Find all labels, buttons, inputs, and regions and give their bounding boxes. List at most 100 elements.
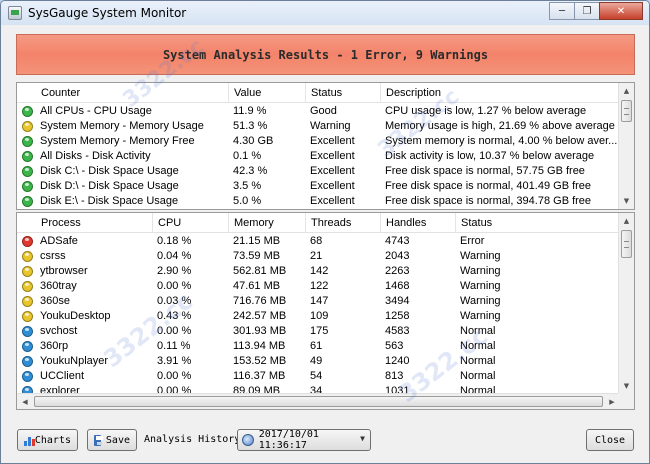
process-cell-process: 360rp — [40, 340, 69, 352]
summary-cell-status: Excellent — [310, 165, 355, 177]
summary-scroll-thumb[interactable] — [621, 100, 632, 122]
column-header-threads[interactable]: Threads — [306, 213, 381, 233]
analysis-history-value: 2017/10/01 11:36:17 — [258, 429, 319, 451]
process-row[interactable]: YoukuNplayer 3.91 % 153.52 MB 49 1240 Normal — [17, 354, 620, 369]
analysis-banner: System Analysis Results - 1 Error, 9 War… — [16, 34, 635, 75]
summary-row[interactable]: System Memory - Memory Usage 51.3 % Warnin… — [17, 119, 620, 134]
status-dot-icon — [22, 371, 33, 382]
process-cell-memory: 242.57 MB — [233, 310, 287, 322]
process-cell-cpu: 0.11 % — [157, 340, 191, 352]
process-cell-status: Normal — [460, 355, 496, 367]
analysis-history-select[interactable]: 2017/10/01 11:36:17 ▼ — [237, 429, 371, 451]
process-row[interactable]: ytbrowser 2.90 % 562.81 MB 142 2263 Warning — [17, 264, 620, 279]
summary-cell-value: 3.5 % — [233, 180, 262, 192]
charts-button-label: Charts — [34, 434, 71, 446]
process-cell-status: Warning — [460, 310, 501, 322]
save-button[interactable]: Save — [87, 429, 137, 451]
process-row[interactable]: csrss 0.04 % 73.59 MB 21 2043 Warning — [17, 249, 620, 264]
summary-cell-counter: Disk E:\ - Disk Space Usage — [40, 195, 179, 207]
process-hscroll-thumb[interactable] — [34, 396, 603, 407]
close-icon: ✕ — [616, 5, 626, 17]
window-controls: ─ ❐ ✕ — [549, 2, 643, 21]
scroll-up-arrow-icon[interactable]: ▲ — [619, 213, 634, 229]
summary-cell-counter: Disk D:\ - Disk Space Usage — [40, 180, 179, 192]
summary-row[interactable]: Disk C:\ - Disk Space Usage 42.3 % Excelle… — [17, 164, 620, 179]
process-rows: ADSafe 0.18 % 21.15 MB 68 4743 Error csrss 0.04… — [17, 234, 620, 409]
status-dot-icon — [22, 251, 33, 262]
summary-cell-status: Good — [310, 105, 337, 117]
scroll-down-arrow-icon[interactable]: ▼ — [619, 193, 634, 209]
process-cell-cpu: 3.91 % — [157, 355, 192, 367]
process-cell-cpu: 0.04 % — [157, 250, 192, 262]
minimize-button[interactable]: ─ — [549, 2, 575, 20]
process-horizontal-scrollbar[interactable]: ◀ ▶ — [17, 393, 620, 409]
process-cell-handles: 1240 — [385, 355, 410, 367]
process-table[interactable]: Process CPU Memory Threads Handles Statu… — [16, 212, 635, 410]
scrollbar-corner — [618, 393, 634, 409]
summary-cell-value: 0.1 % — [233, 150, 262, 162]
column-header-memory[interactable]: Memory — [229, 213, 306, 233]
summary-row[interactable]: All Disks - Disk Activity 0.1 % Excellent D… — [17, 149, 620, 164]
close-button-label: Close — [594, 434, 626, 446]
scroll-left-arrow-icon[interactable]: ◀ — [17, 394, 33, 409]
summary-row[interactable]: System Memory - Memory Free 4.30 GB Excell… — [17, 134, 620, 149]
status-dot-icon — [22, 281, 33, 292]
process-scroll-thumb[interactable] — [621, 230, 632, 258]
process-cell-handles: 2263 — [385, 265, 410, 277]
process-vertical-scrollbar[interactable]: ▲ ▼ — [618, 213, 634, 394]
process-cell-process: YoukuDesktop — [40, 310, 111, 322]
process-cell-memory: 113.94 MB — [233, 340, 286, 352]
summary-row[interactable]: Disk D:\ - Disk Space Usage 3.5 % Excellen… — [17, 179, 620, 194]
process-cell-memory: 153.52 MB — [233, 355, 287, 367]
charts-button[interactable]: Charts — [17, 429, 78, 451]
process-row[interactable]: 360rp 0.11 % 113.94 MB 61 563 Normal — [17, 339, 620, 354]
summary-row[interactable]: Disk E:\ - Disk Space Usage 5.0 % Excellen… — [17, 194, 620, 209]
summary-cell-counter: Disk C:\ - Disk Space Usage — [40, 165, 179, 177]
summary-rows: All CPUs - CPU Usage 11.9 % Good CPU usage … — [17, 104, 620, 209]
column-header-description[interactable]: Description — [381, 83, 620, 103]
process-cell-threads: 122 — [310, 280, 329, 292]
process-cell-handles: 4583 — [385, 325, 410, 337]
summary-table[interactable]: Counter Value Status Description All CPU… — [16, 82, 635, 210]
column-header-status[interactable]: Status — [306, 83, 381, 103]
summary-cell-status: Excellent — [310, 180, 355, 192]
summary-vertical-scrollbar[interactable]: ▲ ▼ — [618, 83, 634, 209]
process-row[interactable]: 360tray 0.00 % 47.61 MB 122 1468 Warning — [17, 279, 620, 294]
summary-cell-value: 4.30 GB — [233, 135, 274, 147]
process-row[interactable]: YoukuDesktop 0.43 % 242.57 MB 109 1258 Warnin… — [17, 309, 620, 324]
summary-row[interactable]: All CPUs - CPU Usage 11.9 % Good CPU usage … — [17, 104, 620, 119]
column-header-process-status[interactable]: Status — [456, 213, 620, 233]
scroll-down-arrow-icon[interactable]: ▼ — [619, 378, 634, 394]
scroll-up-arrow-icon[interactable]: ▲ — [619, 83, 634, 99]
chevron-down-icon[interactable]: ▼ — [360, 434, 365, 443]
process-row[interactable]: UCClient 0.00 % 116.37 MB 54 813 Normal — [17, 369, 620, 384]
title-bar[interactable]: SysGauge System Monitor ─ ❐ ✕ — [1, 1, 649, 25]
process-header: Process CPU Memory Threads Handles Statu… — [17, 213, 620, 233]
restore-button[interactable]: ❐ — [574, 2, 600, 20]
save-button-label: Save — [105, 434, 130, 446]
process-cell-process: UCClient — [40, 370, 85, 382]
summary-cell-description: System memory is normal, 4.00 % below av… — [385, 135, 618, 147]
column-header-process[interactable]: Process — [36, 213, 153, 233]
process-cell-threads: 175 — [310, 325, 329, 337]
minimize-icon: ─ — [558, 5, 566, 17]
status-dot-icon — [22, 166, 33, 177]
close-button[interactable]: Close — [586, 429, 634, 451]
column-header-cpu[interactable]: CPU — [153, 213, 229, 233]
status-dot-icon — [22, 326, 33, 337]
process-row[interactable]: ADSafe 0.18 % 21.15 MB 68 4743 Error — [17, 234, 620, 249]
summary-cell-counter: System Memory - Memory Usage — [40, 120, 204, 132]
close-window-button[interactable]: ✕ — [599, 2, 643, 20]
column-header-counter[interactable]: Counter — [36, 83, 229, 103]
process-row[interactable]: svchost 0.00 % 301.93 MB 175 4583 Normal — [17, 324, 620, 339]
summary-cell-description: Memory usage is high, 21.69 % above aver… — [385, 120, 615, 132]
column-header-handles[interactable]: Handles — [381, 213, 456, 233]
status-dot-icon — [22, 196, 33, 207]
summary-cell-counter: All Disks - Disk Activity — [40, 150, 151, 162]
process-cell-handles: 2043 — [385, 250, 410, 262]
process-cell-process: 360se — [40, 295, 70, 307]
process-row[interactable]: 360se 0.03 % 716.76 MB 147 3494 Warning — [17, 294, 620, 309]
summary-cell-description: CPU usage is low, 1.27 % below average — [385, 105, 587, 117]
floppy-disk-icon — [94, 434, 103, 446]
column-header-value[interactable]: Value — [229, 83, 306, 103]
